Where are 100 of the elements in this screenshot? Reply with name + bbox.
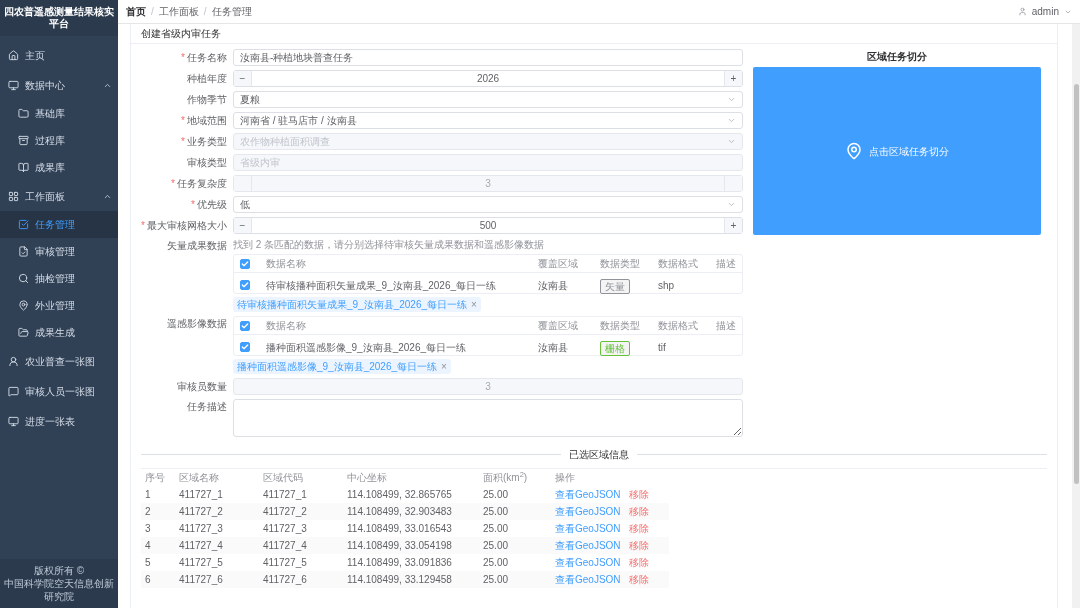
table-cell-text: 25.00 bbox=[483, 488, 510, 502]
selected-data-tag: 待审核播种面积矢量成果_9_汝南县_2026_每日一练 × bbox=[233, 297, 481, 312]
hint-text: 找到 2 条匹配的数据，请分别选择待审核矢量成果数据和遥感影像数据 bbox=[233, 238, 546, 251]
card-title: 创建省级内审任务 bbox=[141, 27, 221, 41]
field-label: * 最大审核网格大小 bbox=[141, 219, 227, 233]
column-header: 面积(km$^{2}$) bbox=[483, 470, 529, 485]
table-cell-text: 114.108499, 33.091836 bbox=[347, 556, 453, 570]
sidebar-item[interactable]: 主页 bbox=[0, 40, 118, 70]
column-header: 数据类型 bbox=[600, 257, 641, 271]
sidebar-item[interactable]: 过程库 bbox=[0, 127, 118, 154]
sidebar-item[interactable]: 进度一张表 bbox=[0, 406, 118, 436]
column-header: 数据类型 bbox=[600, 319, 641, 333]
monitor-icon bbox=[8, 415, 19, 427]
field-label: 任务描述 bbox=[187, 400, 227, 414]
selected-data-tag: 播种面积遥感影像_9_汝南县_2026_每日一练 × bbox=[233, 359, 451, 374]
scrollbar[interactable] bbox=[1072, 24, 1080, 608]
column-header: 数据名称 bbox=[266, 319, 307, 333]
sidebar-item[interactable]: 农业普查一张图 bbox=[0, 346, 118, 376]
table-cell-text: 114.108499, 32.865765 bbox=[347, 488, 453, 502]
grid-icon bbox=[8, 190, 19, 202]
select-field[interactable]: 低 bbox=[233, 196, 743, 213]
number-field[interactable]: − 500 + bbox=[233, 217, 743, 234]
table-cell-text: 411727_5 bbox=[179, 556, 224, 570]
checkbox[interactable] bbox=[240, 280, 250, 290]
column-header: 覆盖区域 bbox=[538, 319, 579, 333]
sidebar-item[interactable]: 审核人员一张图 bbox=[0, 376, 118, 406]
checkbox[interactable] bbox=[240, 342, 250, 352]
box-icon bbox=[18, 135, 29, 146]
user-icon bbox=[1017, 7, 1027, 16]
table-cell-text: 25.00 bbox=[483, 573, 510, 587]
document-check-icon bbox=[18, 246, 29, 257]
type-tag: 矢量 bbox=[600, 279, 630, 294]
sidebar-item[interactable]: 基础库 bbox=[0, 100, 118, 127]
chat-icon bbox=[8, 385, 19, 397]
table-cell-text: 411727_2 bbox=[179, 505, 224, 519]
field-label: * 任务复杂度 bbox=[171, 177, 227, 191]
table-cell-text: 114.108499, 33.129458 bbox=[347, 573, 453, 587]
breadcrumb-link[interactable]: 首页 bbox=[126, 4, 146, 19]
folder-icon bbox=[18, 327, 29, 338]
description-field[interactable] bbox=[233, 399, 743, 437]
column-header: 描述 bbox=[716, 319, 736, 333]
sidebar-item[interactable]: 成果生成 bbox=[0, 319, 118, 346]
table-cell-text: 汝南县 bbox=[538, 278, 569, 293]
type-tag: 栅格 bbox=[600, 341, 630, 356]
table-cell-text: 25.00 bbox=[483, 522, 510, 536]
column-header: 操作 bbox=[555, 471, 576, 485]
field-label: 审核类型 bbox=[187, 156, 227, 170]
search-icon bbox=[18, 273, 29, 284]
checkbox[interactable] bbox=[240, 320, 250, 331]
column-header: 数据格式 bbox=[658, 319, 699, 333]
table-cell-text: 5 bbox=[145, 556, 152, 570]
chevron-down-icon bbox=[727, 116, 736, 125]
select-field[interactable]: 河南省 / 驻马店市 / 汝南县 bbox=[233, 112, 743, 129]
field-label: * 优先级 bbox=[191, 198, 227, 212]
sidebar-item[interactable]: 成果库 bbox=[0, 154, 118, 181]
table-cell-text: 6 bbox=[145, 573, 152, 587]
section-title: 已选区域信息 bbox=[569, 448, 629, 462]
table-cell-text: 4 bbox=[145, 539, 152, 553]
table-cell-text: 汝南县 bbox=[538, 340, 569, 355]
text-field[interactable]: 汝南县-种植地块普查任务 bbox=[233, 49, 743, 66]
table-cell-text: 114.108499, 33.016543 bbox=[347, 522, 453, 536]
table-cell-text: shp bbox=[658, 278, 676, 293]
user-name[interactable]: admin bbox=[1031, 4, 1059, 19]
home-icon bbox=[8, 49, 19, 61]
field-label: 种植年度 bbox=[187, 72, 227, 86]
sidebar-item[interactable]: 工作面板 bbox=[0, 181, 118, 211]
sidebar-item[interactable]: 外业管理 bbox=[0, 292, 118, 319]
pin-icon bbox=[18, 300, 29, 311]
monitor-icon bbox=[8, 79, 19, 91]
table-cell-text: 2 bbox=[145, 505, 152, 519]
app-title: 四农普遥感测量结果核实平台 bbox=[3, 6, 115, 30]
table-cell-text: 1 bbox=[145, 488, 152, 502]
table-cell-text: 411727_2 bbox=[263, 505, 308, 519]
checkbox[interactable] bbox=[240, 258, 250, 269]
copyright-text: 版权所有 © bbox=[33, 564, 85, 577]
number-field[interactable]: − 2026 + bbox=[233, 70, 743, 87]
sidebar-item[interactable]: 审核管理 bbox=[0, 238, 118, 265]
chevron-down-icon bbox=[727, 95, 736, 104]
table-cell-text: 25.00 bbox=[483, 505, 510, 519]
table-cell-text: 114.108499, 33.054198 bbox=[347, 539, 453, 553]
pin-icon bbox=[845, 142, 863, 160]
table-cell-text: 411727_6 bbox=[179, 573, 224, 587]
sidebar-item[interactable]: 数据中心 bbox=[0, 70, 118, 100]
breadcrumb-link[interactable]: 工作面板 bbox=[158, 4, 199, 19]
breadcrumb-link[interactable]: 任务管理 bbox=[211, 4, 252, 19]
table-cell-text: 3 bbox=[145, 522, 152, 536]
folder-icon bbox=[18, 108, 29, 119]
table-cell-text: 114.108499, 32.903483 bbox=[347, 505, 453, 519]
breadcrumb-separator: / bbox=[151, 5, 154, 19]
table-cell-text: 25.00 bbox=[483, 539, 510, 553]
sidebar-item[interactable]: 抽检管理 bbox=[0, 265, 118, 292]
table-cell-text: 411727_5 bbox=[263, 556, 308, 570]
breadcrumb-separator: / bbox=[203, 5, 207, 19]
field-label: 作物季节 bbox=[187, 93, 227, 107]
column-header: 中心坐标 bbox=[347, 471, 388, 485]
table-cell-text: 411727_1 bbox=[179, 488, 224, 502]
column-header: 覆盖区域 bbox=[538, 257, 579, 271]
select-field[interactable]: 夏粮 bbox=[233, 91, 743, 108]
sidebar-item[interactable]: 任务管理 bbox=[0, 211, 118, 238]
table-cell-text: 播种面积遥感影像_9_汝南县_2026_每日一练 bbox=[266, 340, 468, 355]
